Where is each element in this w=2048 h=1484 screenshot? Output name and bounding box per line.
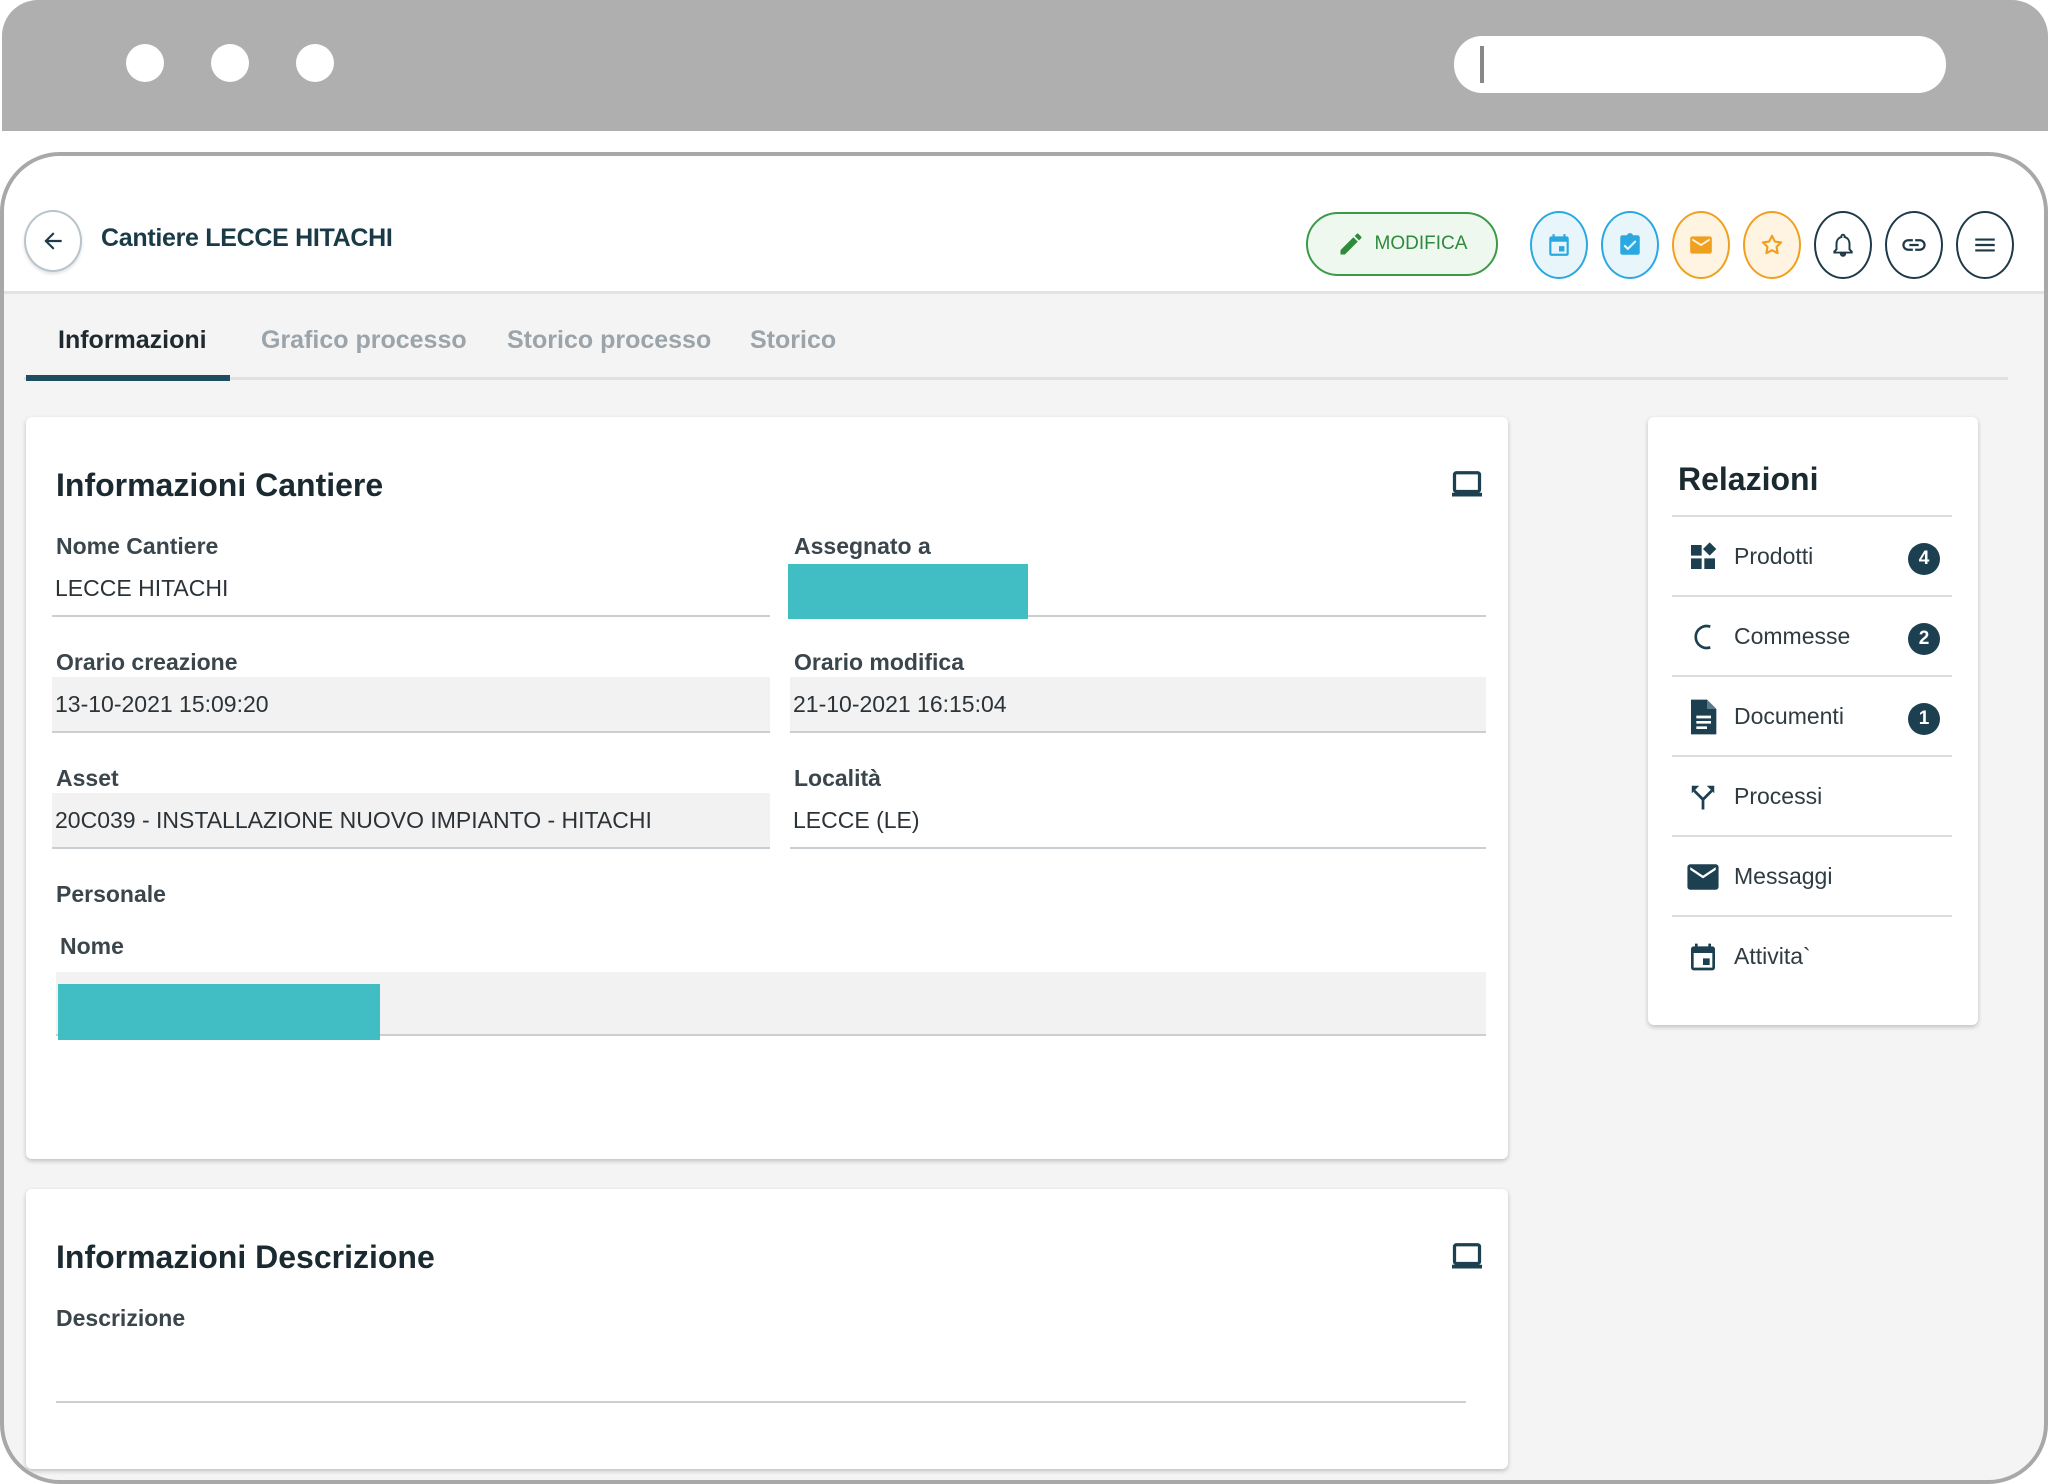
page-header: Cantiere LECCE HITACHI MODIFICA: [4, 156, 2044, 294]
calendar-icon: [1686, 939, 1720, 975]
calendar-button[interactable]: [1530, 211, 1588, 279]
asset-field[interactable]: 20C039 - INSTALLAZIONE NUOVO IMPIANTO - …: [52, 793, 770, 849]
card-title: Informazioni Descrizione: [56, 1239, 435, 1275]
relation-item-attivita[interactable]: Attivita`: [1672, 917, 1952, 997]
laptop-icon: [1452, 471, 1482, 497]
field-label: Orario modifica: [794, 649, 964, 675]
card-title: Informazioni Cantiere: [56, 467, 384, 503]
edit-button[interactable]: MODIFICA: [1306, 212, 1498, 276]
relation-item-documenti[interactable]: Documenti 1: [1672, 677, 1952, 757]
star-icon: [1761, 234, 1783, 255]
redacted-value: [58, 984, 380, 1040]
relation-label: Prodotti: [1734, 543, 1814, 569]
products-icon: [1686, 539, 1720, 575]
relation-item-messaggi[interactable]: Messaggi: [1672, 837, 1952, 917]
count-badge: 2: [1908, 623, 1940, 655]
tab-storico-processo[interactable]: Storico processo: [507, 326, 711, 355]
arrow-left-icon: [44, 232, 62, 250]
card-title: Relazioni: [1678, 461, 1819, 497]
message-button[interactable]: [1672, 211, 1730, 279]
relation-item-commesse[interactable]: Commesse 2: [1672, 597, 1952, 677]
process-icon: [1686, 779, 1720, 815]
personale-label: Personale: [56, 881, 166, 907]
relazioni-card: Relazioni Prodotti 4 Commesse 2 Document…: [1648, 417, 1978, 1025]
task-button[interactable]: [1601, 211, 1659, 279]
window-dot-maximize[interactable]: [296, 44, 334, 82]
relation-item-processi[interactable]: Processi: [1672, 757, 1952, 837]
app-window: Cantiere LECCE HITACHI MODIFICA Informaz…: [0, 152, 2048, 1484]
link-icon: [1902, 239, 1926, 251]
nome-cantiere-field[interactable]: LECCE HITACHI: [52, 561, 770, 617]
info-cantiere-card: Informazioni Cantiere Nome Cantiere LECC…: [26, 417, 1508, 1159]
localita-field[interactable]: LECCE (LE): [790, 793, 1486, 849]
field-label: Nome Cantiere: [56, 533, 219, 559]
menu-icon: [1975, 238, 1995, 252]
active-tab-indicator: [26, 375, 230, 381]
info-descrizione-card: Informazioni Descrizione Descrizione: [26, 1189, 1508, 1469]
mail-icon: [1690, 236, 1712, 254]
bell-icon: [1833, 233, 1853, 257]
field-label: Descrizione: [56, 1305, 186, 1331]
field-label: Orario creazione: [56, 649, 238, 675]
relation-label: Messaggi: [1734, 863, 1833, 889]
edit-button-label: MODIFICA: [1374, 233, 1468, 254]
collapse-card-button[interactable]: [1452, 470, 1482, 503]
tab-storico[interactable]: Storico: [750, 326, 836, 355]
window-dot-close[interactable]: [126, 44, 164, 82]
commesse-icon: [1686, 619, 1720, 655]
text-caret: [1480, 46, 1484, 83]
calendar-icon: [1549, 234, 1569, 256]
orario-creazione-field: 13-10-2021 15:09:20: [52, 677, 770, 733]
nome-column-header: Nome: [60, 933, 124, 959]
relation-label: Processi: [1734, 783, 1823, 809]
pencil-icon: [1340, 233, 1362, 255]
favorite-button[interactable]: [1743, 211, 1801, 279]
page-title: Cantiere LECCE HITACHI: [101, 224, 393, 252]
field-label: Località: [794, 765, 881, 791]
relation-label: Attivita`: [1734, 943, 1811, 969]
tab-informazioni[interactable]: Informazioni: [58, 326, 207, 355]
relation-item-prodotti[interactable]: Prodotti 4: [1672, 517, 1952, 597]
collapse-card-button[interactable]: [1452, 1242, 1482, 1275]
clipboard-check-icon: [1620, 233, 1640, 255]
relation-label: Commesse: [1734, 623, 1851, 649]
window-dot-minimize[interactable]: [211, 44, 249, 82]
link-button[interactable]: [1885, 211, 1943, 279]
address-bar[interactable]: [1454, 36, 1946, 93]
relation-label: Documenti: [1734, 703, 1844, 729]
descrizione-field[interactable]: [56, 1347, 1466, 1403]
count-badge: 4: [1908, 543, 1940, 575]
tab-grafico-processo[interactable]: Grafico processo: [261, 326, 467, 355]
document-icon: [1686, 699, 1720, 735]
field-label: Asset: [56, 765, 119, 791]
count-badge: 1: [1908, 703, 1940, 735]
mail-icon: [1686, 859, 1720, 895]
laptop-icon: [1452, 1243, 1482, 1269]
browser-chrome: [2, 0, 2048, 131]
orario-modifica-field: 21-10-2021 16:15:04: [790, 677, 1486, 733]
redacted-value: [788, 564, 1028, 619]
field-label: Assegnato a: [794, 533, 931, 559]
menu-button[interactable]: [1956, 211, 2014, 279]
back-button[interactable]: [24, 210, 82, 272]
tab-bar: Informazioni Grafico processo Storico pr…: [24, 304, 2008, 380]
notification-button[interactable]: [1814, 211, 1872, 279]
